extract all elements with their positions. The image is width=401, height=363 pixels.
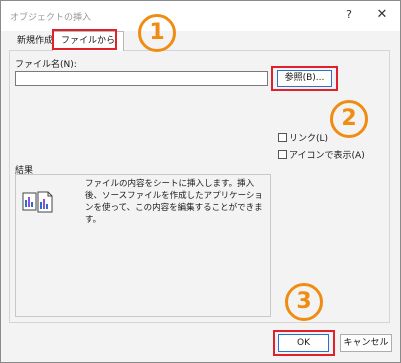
close-icon[interactable]: ✕ <box>375 8 389 22</box>
link-checkbox-label: リンク(L) <box>289 134 329 144</box>
object-document-icon <box>22 191 53 213</box>
step-1-marker: 1 <box>138 14 176 52</box>
result-description: ファイルの内容をシートに挿入します。挿入後、ソースファイルを作成したアプリケーシ… <box>85 179 263 225</box>
filename-input[interactable] <box>15 71 268 86</box>
display-as-icon-checkbox-box[interactable] <box>278 150 287 159</box>
cancel-button[interactable]: キャンセル <box>340 334 392 352</box>
step-3-marker: 3 <box>285 283 323 321</box>
title-bar: オブジェクトの挿入 ? ✕ <box>1 1 400 31</box>
link-checkbox[interactable]: リンク(L) <box>278 131 328 144</box>
link-checkbox-box[interactable] <box>278 133 287 142</box>
ok-button[interactable]: OK <box>278 334 329 352</box>
dialog-title: オブジェクトの挿入 <box>10 13 92 23</box>
tab-create-new[interactable]: 新規作成 <box>13 33 57 50</box>
filename-label: ファイル名(N): <box>15 60 77 70</box>
step-2-marker: 2 <box>330 100 368 138</box>
browse-button[interactable]: 参照(B)... <box>277 70 332 87</box>
display-as-icon-checkbox[interactable]: アイコンで表示(A) <box>278 148 365 161</box>
help-icon[interactable]: ? <box>342 8 356 22</box>
tab-from-file[interactable]: ファイルから <box>52 31 125 51</box>
display-as-icon-label: アイコンで表示(A) <box>289 151 365 161</box>
